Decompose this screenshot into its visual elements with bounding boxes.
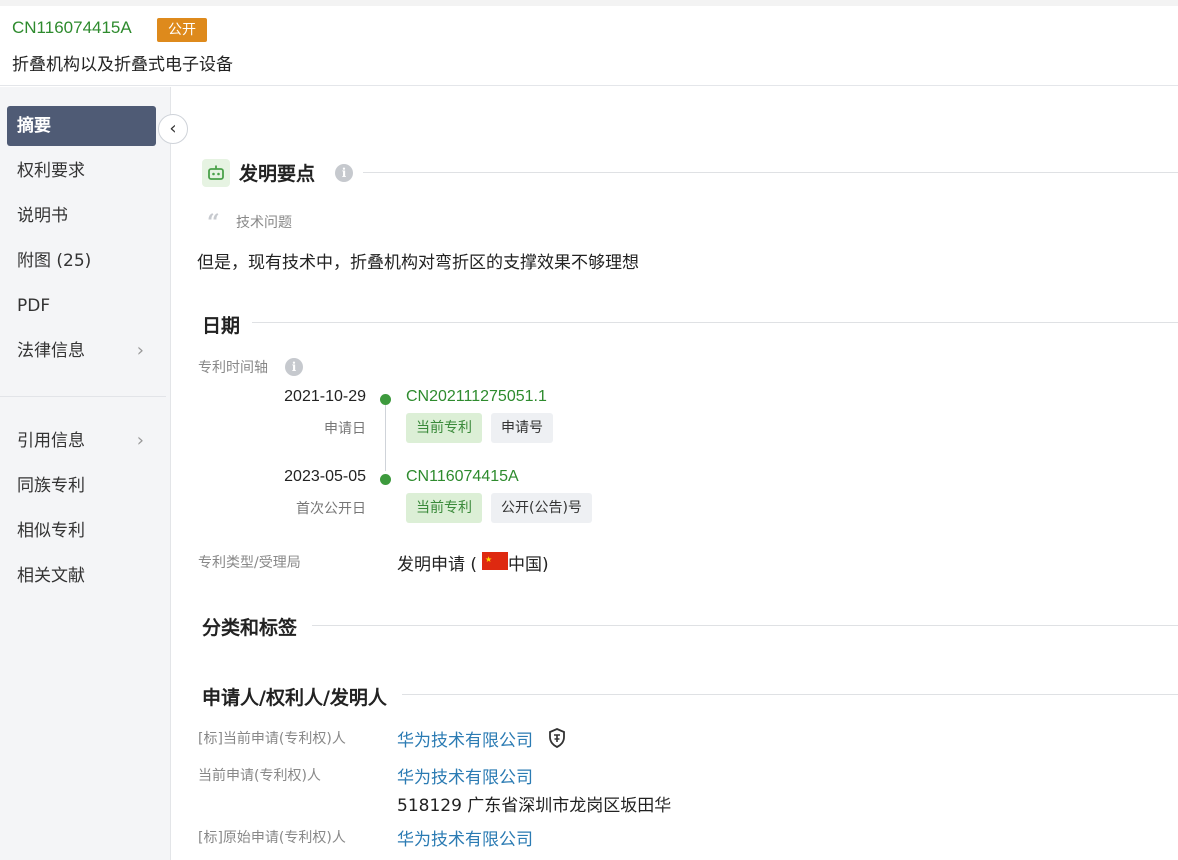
section-divider <box>312 625 1178 626</box>
fade-overlay <box>652 787 1178 860</box>
timeline-connector <box>385 405 386 471</box>
patent-type-value: 发明申请 ( <box>397 555 478 575</box>
section-divider <box>363 172 1178 173</box>
applicant-address: 518129 广东省深圳市龙岗区坂田华 <box>397 796 672 816</box>
sidebar-item-related-docs[interactable]: 相关文献 <box>7 556 156 596</box>
section-divider <box>252 322 1178 323</box>
number-type-tag: 公开(公告)号 <box>491 493 592 523</box>
sidebar-item-legal[interactable]: 法律信息 › <box>7 331 156 371</box>
sidebar-item-label: 同族专利 <box>17 476 85 496</box>
applicant-label: 当前申请(专利权)人 <box>198 768 321 784</box>
current-patent-tag: 当前专利 <box>406 413 482 443</box>
timeline-date: 2023-05-05 <box>284 468 366 485</box>
timeline-dot <box>380 474 391 485</box>
tech-problem-label: 技术问题 <box>236 215 292 231</box>
sidebar-item-label: 摘要 <box>17 116 51 136</box>
timeline-kind: 首次公开日 <box>296 501 366 517</box>
sidebar-item-label: 说明书 <box>17 206 68 226</box>
sidebar-item-pdf[interactable]: PDF <box>7 286 156 326</box>
patent-header: CN116074415A 公开 折叠机构以及折叠式电子设备 <box>0 0 1178 86</box>
publication-number[interactable]: CN116074415A <box>12 18 132 38</box>
sidebar-item-label: 附图 (25) <box>17 251 92 271</box>
sidebar-item-similar[interactable]: 相似专利 <box>7 511 156 551</box>
quote-icon: “ <box>207 210 220 236</box>
sidebar-nav: 摘要 权利要求 说明书 附图 (25) PDF 法律信息 › 引用信息 › 同族专利… <box>0 87 171 860</box>
timeline-date: 2021-10-29 <box>284 388 366 405</box>
patent-title: 折叠机构以及折叠式电子设备 <box>12 55 233 75</box>
section-title-applicants: 申请人/权利人/发明人 <box>202 687 387 709</box>
applicant-company-link[interactable]: 华为技术有限公司 <box>397 763 533 788</box>
shield-icon[interactable] <box>548 728 566 752</box>
tech-problem-text: 但是，现有技术中，折叠机构对弯折区的支撑效果不够理想 <box>197 253 639 273</box>
chevron-right-icon: › <box>136 340 144 361</box>
timeline-dot <box>380 394 391 405</box>
current-patent-tag: 当前专利 <box>406 493 482 523</box>
sidebar-item-family[interactable]: 同族专利 <box>7 466 156 506</box>
publication-number-link[interactable]: CN116074415A <box>406 468 519 486</box>
timeline-label: 专利时间轴 <box>198 360 268 376</box>
applicant-label: [标]当前申请(专利权)人 <box>198 731 346 747</box>
info-icon[interactable]: i <box>285 358 303 376</box>
main-content: 发明要点 i “ 技术问题 但是，现有技术中，折叠机构对弯折区的支撑效果不够理想… <box>172 87 1178 860</box>
sidebar-divider <box>0 396 166 397</box>
robot-icon <box>202 159 230 187</box>
patent-office-value: 中国) <box>508 555 549 575</box>
sidebar-item-label: 引用信息 <box>17 431 85 451</box>
applicant-company-link[interactable]: 华为技术有限公司 <box>397 726 533 751</box>
application-number-link[interactable]: CN202111275051.1 <box>406 388 547 406</box>
section-divider <box>402 694 1178 695</box>
applicant-company-link[interactable]: 华为技术有限公司 <box>397 825 533 850</box>
info-icon[interactable]: i <box>335 164 353 182</box>
sidebar-item-claims[interactable]: 权利要求 <box>7 151 156 191</box>
sidebar-item-label: 权利要求 <box>17 161 85 181</box>
section-title-classification: 分类和标签 <box>202 617 298 639</box>
section-title-dates: 日期 <box>202 315 241 337</box>
china-flag-icon: ★ <box>482 552 508 570</box>
number-type-tag: 申请号 <box>491 413 553 443</box>
applicant-label: [标]原始申请(专利权)人 <box>198 830 346 846</box>
section-title-invention: 发明要点 <box>239 163 316 185</box>
timeline-kind: 申请日 <box>324 421 366 437</box>
patent-type-label: 专利类型/受理局 <box>198 555 301 571</box>
sidebar-item-abstract[interactable]: 摘要 <box>7 106 156 146</box>
sidebar-item-citations[interactable]: 引用信息 › <box>7 421 156 461</box>
sidebar-item-label: 法律信息 <box>17 341 85 361</box>
status-badge: 公开 <box>157 18 207 42</box>
chevron-right-icon: › <box>136 430 144 451</box>
sidebar-item-label: PDF <box>17 296 51 316</box>
sidebar-item-figures[interactable]: 附图 (25) <box>7 241 156 281</box>
sidebar-item-label: 相关文献 <box>17 566 85 586</box>
sidebar-item-label: 相似专利 <box>17 521 85 541</box>
sidebar-item-description[interactable]: 说明书 <box>7 196 156 236</box>
